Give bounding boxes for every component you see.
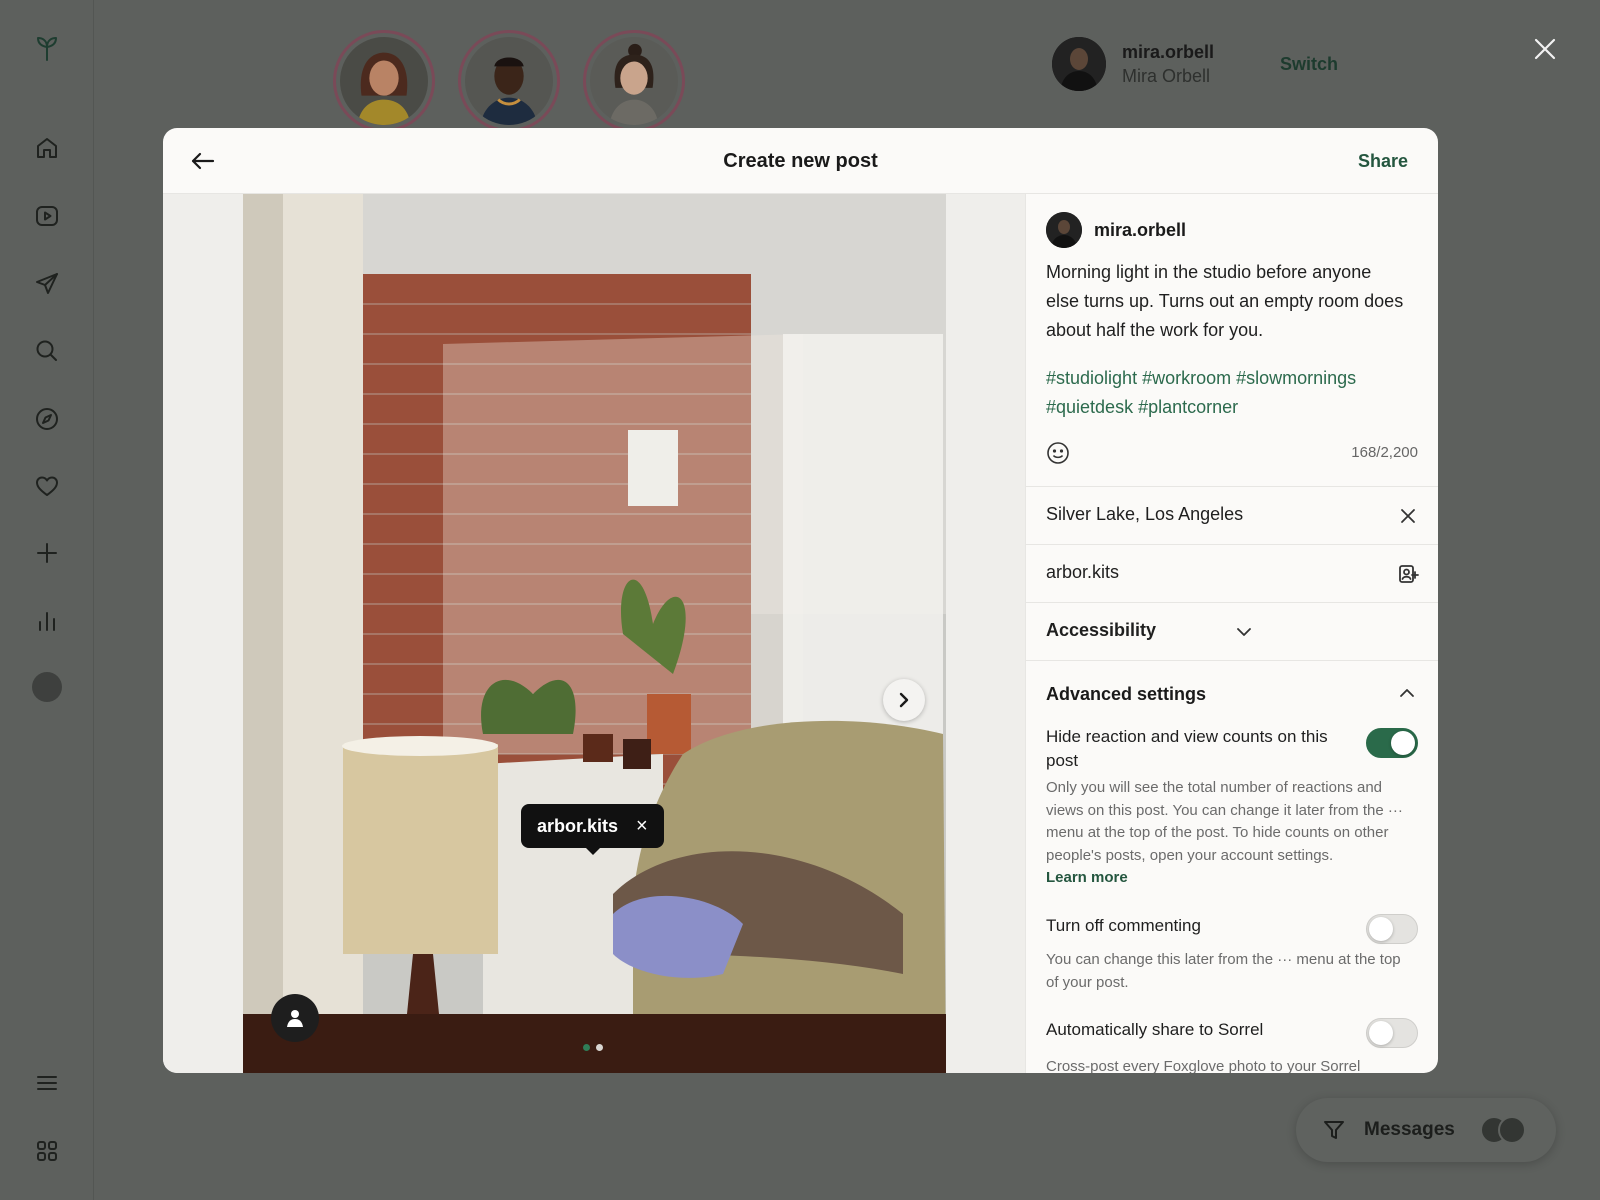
advanced-settings-label[interactable]: Advanced settings xyxy=(1046,684,1206,705)
explore-icon[interactable] xyxy=(27,399,67,439)
character-counter: 168/2,200 xyxy=(1351,444,1418,461)
next-photo-button[interactable] xyxy=(883,679,925,721)
carousel-indicator xyxy=(583,1044,603,1051)
menu-icon[interactable] xyxy=(27,1063,67,1103)
logo-sprout-icon[interactable] xyxy=(27,28,67,68)
create-icon[interactable] xyxy=(27,533,67,573)
caption-text[interactable]: Morning light in the studio before anyon… xyxy=(1046,258,1406,345)
location-row[interactable]: Silver Lake, Los Angeles xyxy=(1026,486,1438,544)
learn-more-link[interactable]: Learn more xyxy=(1046,869,1128,886)
turn-off-commenting-label: Turn off commenting xyxy=(1046,916,1201,935)
messages-avatars xyxy=(1480,1116,1530,1144)
author-username: mira.orbell xyxy=(1094,219,1187,240)
emoji-icon[interactable] xyxy=(1046,441,1070,465)
tagged-user-value: arbor.kits xyxy=(1046,562,1120,582)
location-value: Silver Lake, Los Angeles xyxy=(1046,504,1244,524)
carousel-dot xyxy=(596,1044,603,1051)
clear-location-icon[interactable] xyxy=(1397,505,1419,527)
user-tag-chip[interactable]: arbor.kits × xyxy=(521,804,664,855)
remove-tag-icon[interactable]: × xyxy=(636,816,648,836)
user-tag-label: arbor.kits xyxy=(537,815,619,836)
caption-hashtags[interactable]: #studiolight #workroom #slowmornings #qu… xyxy=(1046,364,1416,422)
media-preview: arbor.kits × xyxy=(163,194,1025,1073)
reels-icon[interactable] xyxy=(27,196,67,236)
send-icon[interactable] xyxy=(27,264,67,304)
search-icon[interactable] xyxy=(27,331,67,371)
story-avatar[interactable] xyxy=(333,30,435,132)
filter-icon xyxy=(1324,1121,1344,1139)
switch-account-link[interactable]: Switch xyxy=(1280,54,1338,75)
story-avatar[interactable] xyxy=(583,30,685,132)
create-post-dialog: Create new post Share arbor.kits × mira.… xyxy=(163,128,1438,1073)
autoshare-toggle[interactable] xyxy=(1366,1018,1418,1048)
share-button[interactable]: Share xyxy=(1358,151,1408,172)
accessibility-row[interactable]: Accessibility xyxy=(1026,602,1438,660)
author-avatar xyxy=(1046,212,1082,248)
autoshare-label: Automatically share to Sorrel xyxy=(1046,1020,1264,1039)
post-photo xyxy=(243,194,946,1073)
account-username: mira.orbell xyxy=(1122,41,1215,62)
left-nav-rail xyxy=(0,0,94,1200)
insights-icon[interactable] xyxy=(27,601,67,641)
carousel-dot-active xyxy=(583,1044,590,1051)
post-details-panel: mira.orbell Morning light in the studio … xyxy=(1025,194,1438,1073)
tag-people-icon[interactable] xyxy=(271,994,319,1042)
autoshare-description: Cross-post every Foxglove photo to your … xyxy=(1046,1058,1361,1073)
turn-off-commenting-toggle[interactable] xyxy=(1366,914,1418,944)
author-row: mira.orbell xyxy=(1046,212,1186,248)
dialog-title: Create new post xyxy=(723,150,878,172)
chevron-down-icon[interactable] xyxy=(1233,621,1255,643)
chevron-up-icon[interactable] xyxy=(1396,682,1418,704)
heart-icon[interactable] xyxy=(27,466,67,506)
commenting-description: You can change this later from the ··· m… xyxy=(1046,951,1401,991)
story-avatar[interactable] xyxy=(458,30,560,132)
tagged-user-row[interactable]: arbor.kits xyxy=(1026,544,1438,602)
account-avatar xyxy=(1052,37,1106,91)
account-switcher: mira.orbell Mira Orbell xyxy=(1052,37,1214,91)
tag-user-icon[interactable] xyxy=(1397,563,1419,585)
hide-counts-description: Only you will see the total number of re… xyxy=(1046,779,1403,886)
apps-grid-icon[interactable] xyxy=(27,1131,67,1171)
messages-button[interactable]: Messages xyxy=(1296,1098,1556,1162)
dialog-header: Create new post Share xyxy=(163,128,1438,194)
accessibility-label: Accessibility xyxy=(1046,620,1157,640)
hide-counts-toggle[interactable] xyxy=(1366,728,1418,758)
profile-avatar[interactable] xyxy=(32,672,62,702)
account-display-name: Mira Orbell xyxy=(1122,65,1211,86)
messages-label: Messages xyxy=(1364,1119,1455,1140)
close-icon[interactable] xyxy=(1532,36,1558,62)
hide-counts-label: Hide reaction and view counts on this po… xyxy=(1046,727,1328,770)
home-icon[interactable] xyxy=(27,128,67,168)
